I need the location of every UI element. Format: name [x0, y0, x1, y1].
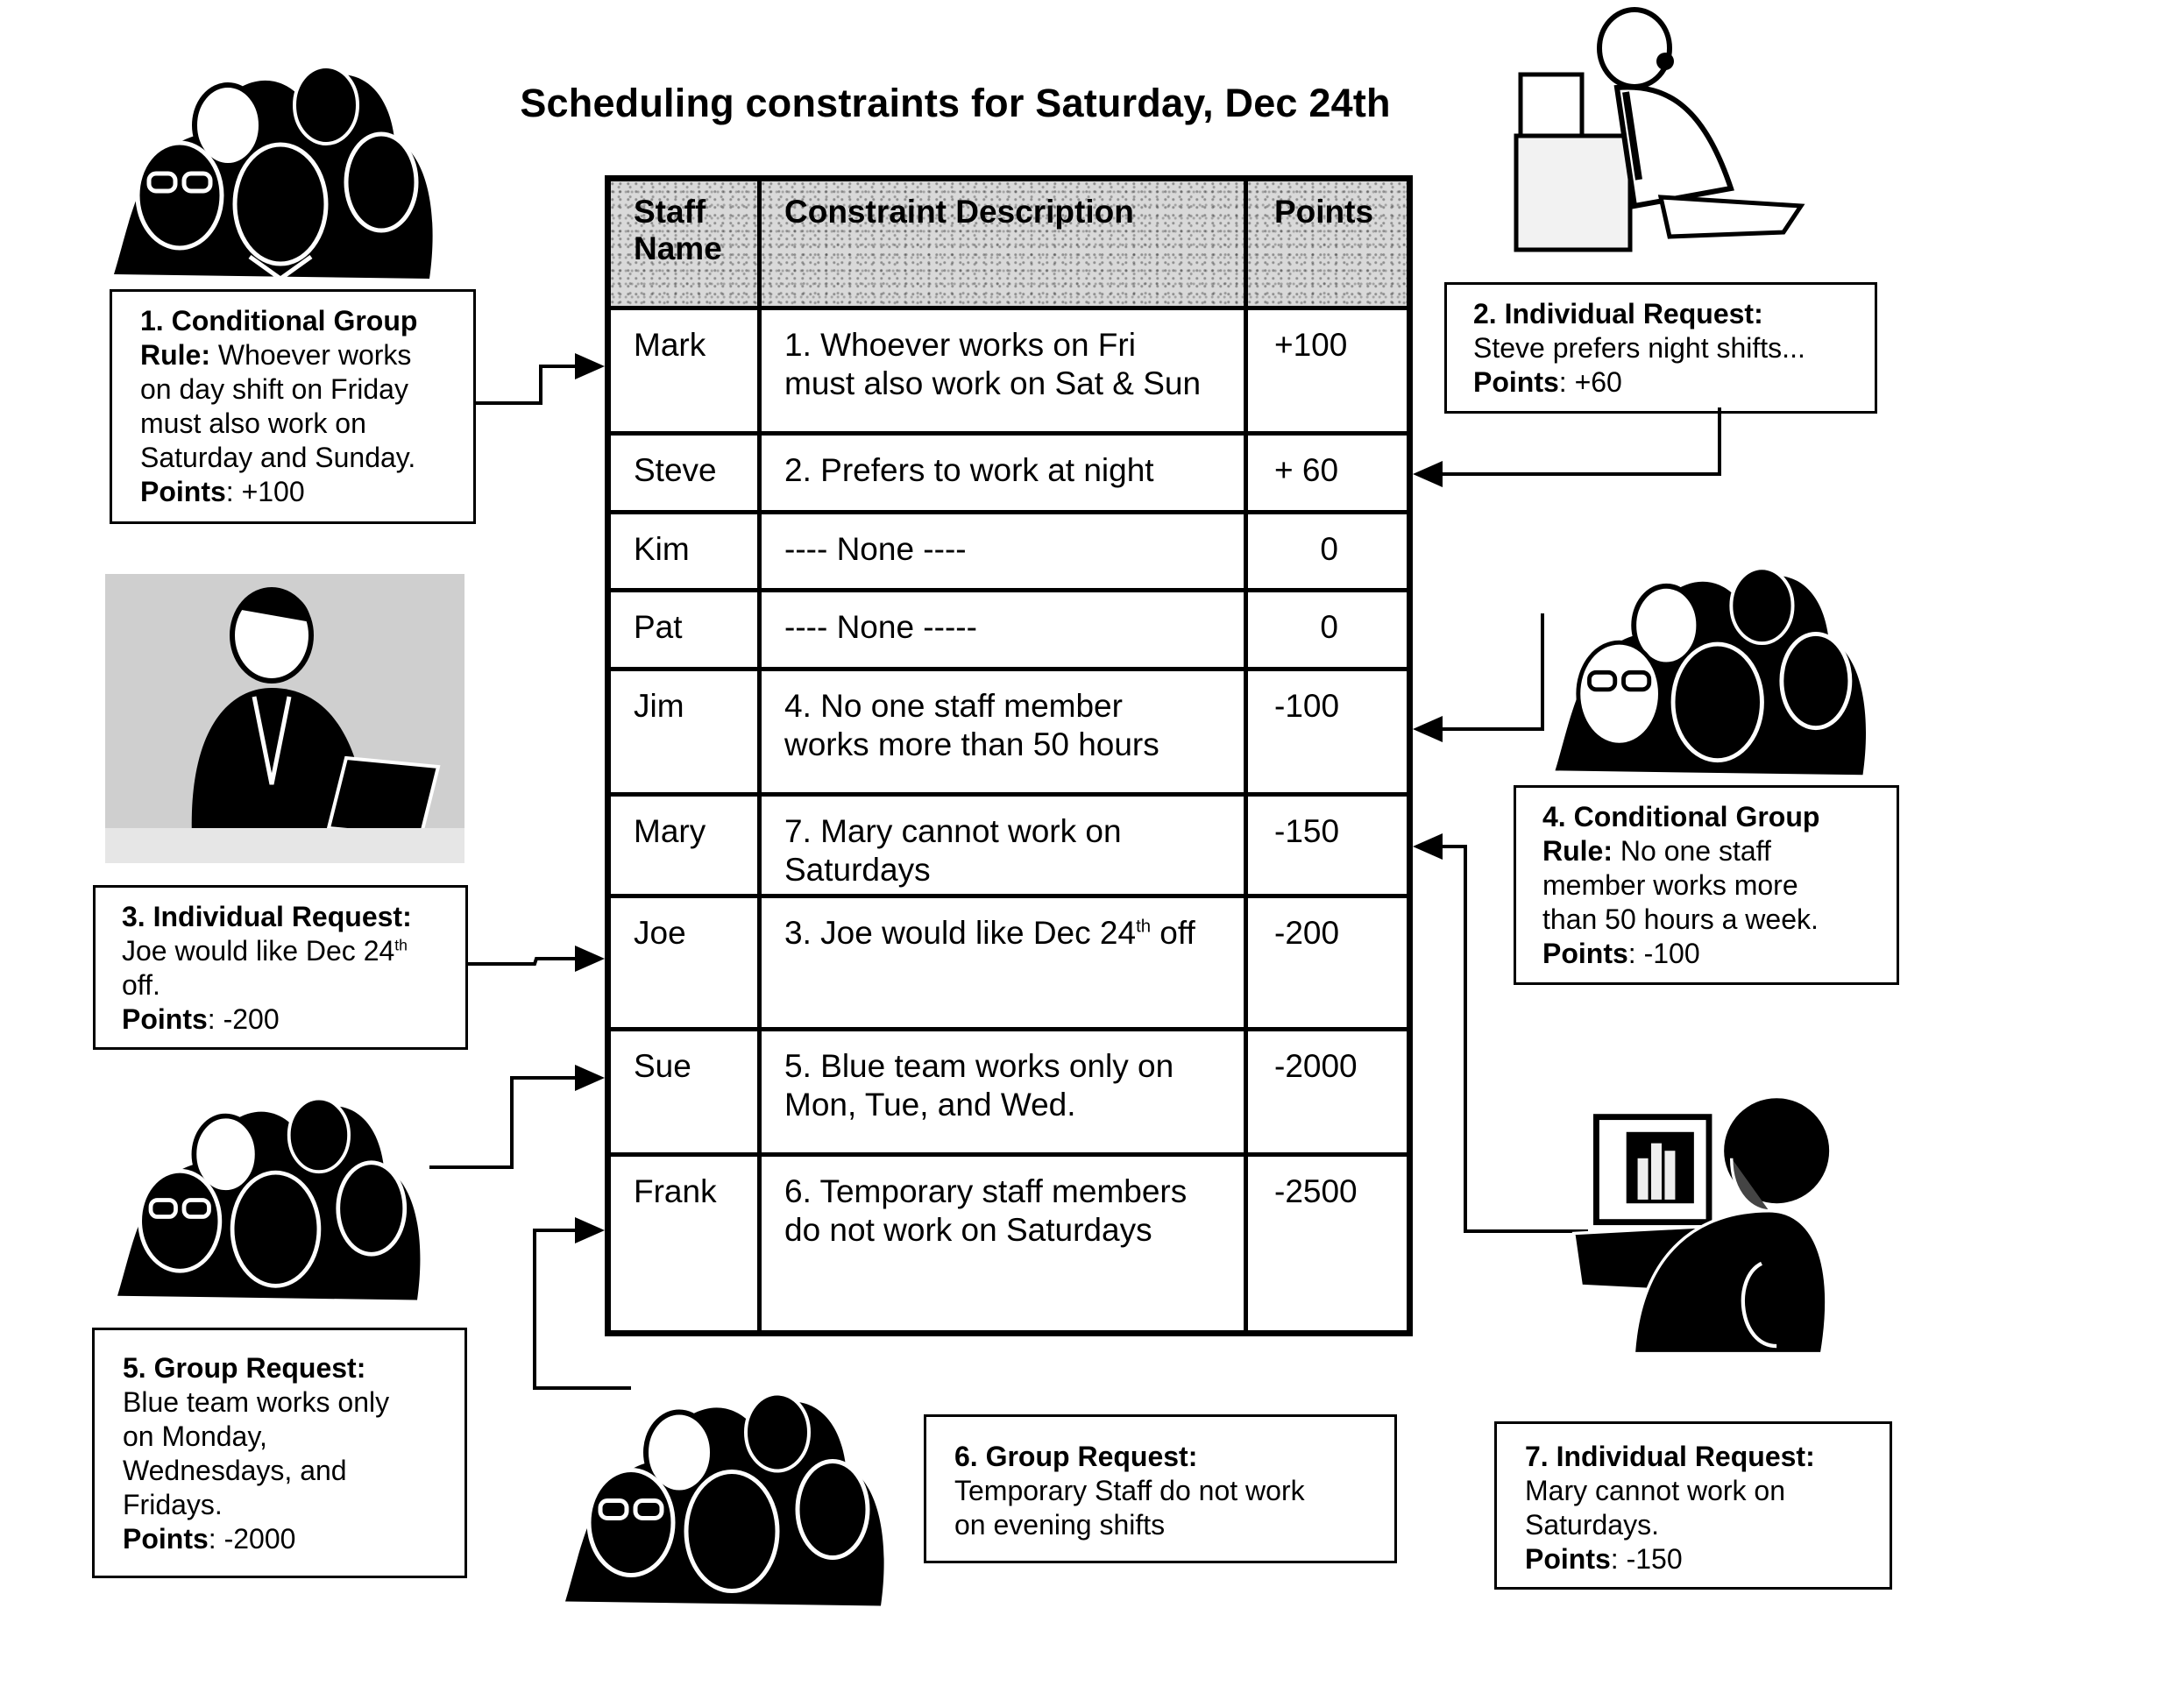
group-of-people-icon [1555, 566, 1867, 776]
connector-callout-6 [533, 1217, 631, 1390]
connector-callout-3 [467, 946, 605, 972]
group-of-people-icon [565, 1392, 884, 1606]
connector-callout-4 [1413, 613, 1544, 742]
man-with-laptop-icon [105, 574, 464, 863]
group-of-people-icon [114, 65, 433, 282]
woman-at-computer-icon [1571, 1098, 1830, 1356]
connector-callout-5 [429, 1065, 605, 1169]
connector-callout-1 [476, 353, 605, 405]
headset-operator-icon [1514, 7, 1805, 252]
connector-callout-2 [1413, 407, 1721, 487]
group-of-people-icon [117, 1096, 421, 1300]
